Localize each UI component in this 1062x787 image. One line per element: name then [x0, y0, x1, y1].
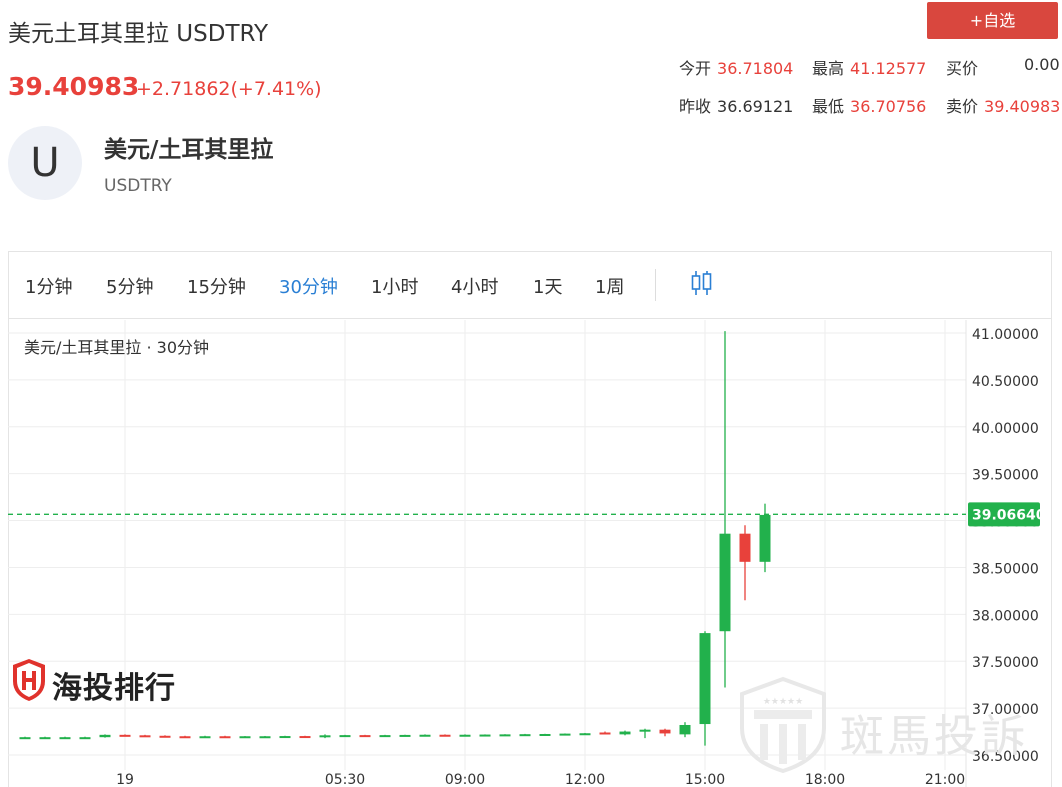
svg-text:★★★★★: ★★★★★	[763, 697, 803, 707]
candle-body	[179, 736, 191, 739]
y-tick-label: 38.50000	[972, 561, 1039, 577]
candle-body	[199, 736, 211, 739]
y-tick-label: 40.00000	[972, 421, 1039, 437]
candle-body	[559, 733, 571, 736]
candle-body	[739, 533, 751, 562]
candle-body	[139, 735, 151, 738]
candle-body	[679, 724, 691, 735]
candle-body	[79, 737, 91, 740]
candle-body	[439, 734, 451, 737]
candle-body	[59, 737, 71, 740]
candle-body	[19, 737, 31, 740]
x-tick-label: 21:00	[925, 772, 965, 787]
candle-body	[299, 736, 311, 739]
x-tick-label: 19	[116, 772, 134, 787]
x-tick-label: 05:30	[325, 772, 365, 787]
x-tick-label: 12:00	[565, 772, 605, 787]
x-tick-label: 18:00	[805, 772, 845, 787]
candle-body	[519, 734, 531, 737]
candle-body	[639, 729, 651, 732]
y-tick-label: 40.50000	[972, 374, 1039, 390]
candle-body	[279, 736, 291, 739]
candle-body	[239, 736, 251, 739]
candle-body	[159, 735, 171, 738]
candle-body	[259, 736, 271, 739]
candle-body	[659, 729, 671, 734]
y-tick-label: 37.50000	[972, 655, 1039, 671]
candle-body	[39, 737, 51, 740]
candle-body	[699, 633, 711, 725]
watermark-left-text: 海投排行	[52, 671, 176, 706]
watermark-right-text: 斑馬投訴	[840, 711, 1028, 762]
shield-logo-icon	[13, 659, 45, 701]
candle-body	[219, 736, 231, 739]
x-tick-label: 09:00	[445, 772, 485, 787]
candle-body	[419, 734, 431, 737]
y-tick-label: 41.00000	[972, 327, 1039, 343]
candle-body	[399, 734, 411, 737]
x-tick-label: 15:00	[685, 772, 725, 787]
candle-body	[119, 734, 131, 737]
candle-body	[539, 733, 551, 736]
y-tick-label: 38.00000	[972, 608, 1039, 624]
candle-body	[359, 735, 371, 738]
y-tick-label: 39.50000	[972, 468, 1039, 484]
candle-body	[599, 732, 611, 735]
candle-body	[719, 533, 731, 632]
candle-body	[379, 735, 391, 738]
candle-body	[579, 733, 591, 736]
candle-body	[319, 735, 331, 738]
candle-body	[459, 734, 471, 737]
zebra-shield-watermark-icon: ★★★★★	[740, 676, 826, 774]
candle-body	[99, 734, 111, 738]
candle-body	[479, 734, 491, 737]
chart-title: 美元/土耳其里拉 · 30分钟	[24, 338, 210, 357]
candle-body	[759, 514, 771, 562]
last-price-label: 39.06640	[972, 507, 1046, 523]
candle-body	[619, 731, 631, 735]
candle-body	[499, 734, 511, 737]
candle-body	[339, 735, 351, 738]
